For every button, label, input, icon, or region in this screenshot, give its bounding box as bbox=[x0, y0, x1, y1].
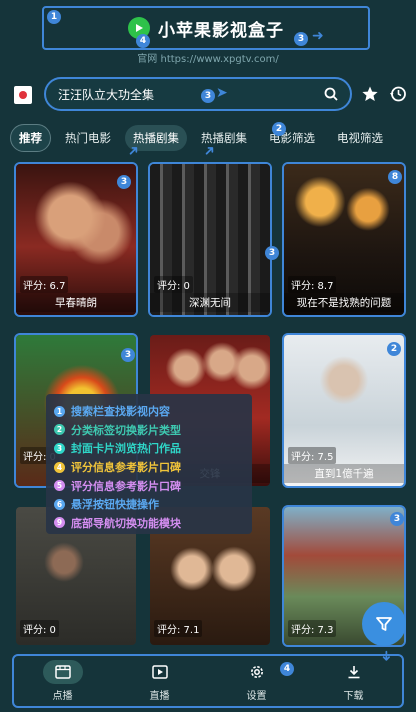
nav-item-live[interactable]: 直播 bbox=[125, 658, 195, 704]
annotation-marker: 3 bbox=[390, 512, 404, 526]
legend-item: 6 悬浮按钮快捷操作 bbox=[54, 495, 244, 514]
card-title: 现在不是找熟的问题 bbox=[284, 293, 404, 312]
search-input[interactable]: 汪汪队立大功全集 bbox=[58, 86, 324, 103]
card-title: 早春晴朗 bbox=[16, 293, 136, 312]
legend-text: 搜索栏查找影视内容 bbox=[71, 405, 170, 419]
legend-number: 9 bbox=[54, 517, 65, 529]
movie-card[interactable]: 评分: 7.5 直到1億千遍 bbox=[282, 333, 406, 488]
tab-hot-movies[interactable]: 热门电影 bbox=[57, 125, 119, 151]
tab-recommended[interactable]: 推荐 bbox=[10, 124, 51, 152]
gear-icon bbox=[237, 660, 277, 684]
legend-number: 1 bbox=[54, 405, 65, 417]
film-icon bbox=[42, 660, 83, 684]
legend-text: 封面卡片浏览热门作品 bbox=[71, 442, 181, 456]
annotation-marker: 3 bbox=[117, 175, 131, 189]
legend-text: 分类标签切换影片类型 bbox=[71, 423, 181, 437]
card-title: 直到1億千遍 bbox=[284, 464, 404, 483]
nav-label: 直播 bbox=[149, 691, 170, 702]
rating-label: 评分: 0 bbox=[20, 620, 59, 637]
star-icon[interactable] bbox=[361, 85, 379, 103]
bottom-navigation: 点播 直播 设置 下载 bbox=[12, 654, 404, 708]
annotation-marker: 2 bbox=[387, 342, 401, 356]
legend-item: 3 封面卡片浏览热门作品 bbox=[54, 439, 244, 458]
rating-label: 评分: 0 bbox=[154, 276, 193, 293]
legend-text: 评分信息参考影片口碑 bbox=[71, 461, 181, 475]
search-box[interactable]: 汪汪队立大功全集 bbox=[44, 77, 352, 111]
nav-item-download[interactable]: 下载 bbox=[319, 658, 389, 704]
app-title: 小苹果影视盒子 bbox=[158, 20, 284, 41]
legend-item: 2 分类标签切换影片类型 bbox=[54, 421, 244, 440]
annotation-marker: 2 bbox=[272, 122, 286, 136]
movie-card[interactable]: 评分: 8.7 现在不是找熟的问题 bbox=[282, 162, 406, 317]
nav-label: 点播 bbox=[52, 691, 73, 702]
nav-label: 下载 bbox=[343, 691, 364, 702]
annotation-marker: 3 bbox=[201, 89, 215, 103]
legend-number: 4 bbox=[54, 461, 65, 473]
annotation-arrow: ➤ bbox=[216, 85, 228, 101]
rating-label: 评分: 7.3 bbox=[288, 620, 337, 637]
legend-number: 2 bbox=[54, 424, 65, 436]
feature-legend: 1 搜索栏查找影视内容 2 分类标签切换影片类型 3 封面卡片浏览热门作品 4 … bbox=[46, 394, 252, 534]
legend-item: 1 搜索栏查找影视内容 bbox=[54, 402, 244, 421]
legend-number: 5 bbox=[54, 480, 65, 492]
legend-number: 3 bbox=[54, 442, 65, 454]
rating-label: 评分: 8.7 bbox=[288, 276, 337, 293]
nav-label: 设置 bbox=[246, 691, 267, 702]
annotation-arrow: ➜ bbox=[377, 650, 394, 662]
movie-card[interactable]: 评分: 0 深渊无间 bbox=[148, 162, 272, 317]
live-tv-icon[interactable] bbox=[14, 86, 32, 104]
tab-tv-filter[interactable]: 电视筛选 bbox=[329, 125, 391, 151]
annotation-marker: 3 bbox=[294, 32, 308, 46]
rating-label: 评分: 7.5 bbox=[288, 447, 337, 464]
annotation-marker: 4 bbox=[280, 662, 294, 676]
legend-item: 5 评分信息参考影片口碑 bbox=[54, 476, 244, 495]
annotation-marker: 3 bbox=[121, 348, 135, 362]
annotation-arrow: ➜ bbox=[312, 28, 324, 44]
filter-fab-button[interactable] bbox=[362, 602, 406, 646]
annotation-marker: 4 bbox=[136, 34, 150, 48]
legend-item: 4 评分信息参考影片口碑 bbox=[54, 458, 244, 477]
annotation-marker: 3 bbox=[265, 246, 279, 260]
rating-label: 评分: 7.1 bbox=[154, 620, 203, 637]
annotation-marker: 8 bbox=[388, 170, 402, 184]
filter-icon bbox=[376, 617, 392, 631]
nav-item-vod[interactable]: 点播 bbox=[28, 658, 98, 704]
legend-text: 悬浮按钮快捷操作 bbox=[71, 498, 159, 512]
rating-label: 评分: 6.7 bbox=[20, 276, 69, 293]
legend-item: 9 底部导航切换功能模块 bbox=[54, 514, 244, 533]
annotation-marker: 1 bbox=[47, 10, 61, 24]
legend-number: 6 bbox=[54, 498, 65, 510]
play-icon bbox=[140, 660, 180, 684]
card-title: 深渊无间 bbox=[150, 293, 270, 312]
legend-text: 底部导航切换功能模块 bbox=[71, 516, 181, 530]
tab-movie-filter[interactable]: 电影筛选 bbox=[261, 125, 323, 151]
legend-text: 评分信息参考影片口碑 bbox=[71, 479, 181, 493]
site-url: 官网 https://www.xpgtv.com/ bbox=[137, 54, 279, 65]
search-icon[interactable] bbox=[324, 87, 338, 101]
download-icon bbox=[334, 660, 374, 684]
history-icon[interactable] bbox=[389, 85, 407, 103]
